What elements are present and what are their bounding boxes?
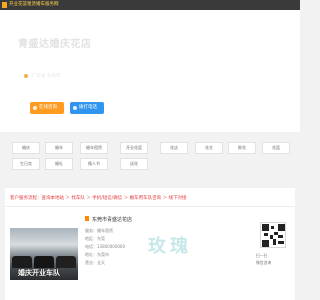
listing-meta: 电话：13800000000 — [85, 244, 125, 249]
photo-caption: 婚庆开业车队 — [18, 269, 60, 277]
qr-module — [264, 233, 268, 236]
car-shape — [56, 256, 76, 268]
qr-module — [278, 235, 283, 238]
qr-caption-2: 微信咨询 — [256, 260, 272, 265]
listing-meta: 营业：全天 — [85, 260, 105, 265]
chat-icon — [33, 106, 37, 110]
tag-item[interactable]: 婚车租赁 — [80, 142, 108, 154]
tag-item[interactable]: 鲜花 — [228, 142, 256, 154]
divider — [5, 206, 295, 207]
car-shape — [34, 256, 54, 268]
phone-icon — [73, 106, 77, 110]
location-text: 广东省 东莞市 — [32, 74, 61, 79]
car-shape — [12, 256, 32, 268]
listing-title[interactable]: 东莞市青盛达花店 — [92, 216, 132, 223]
hero-banner: 青盛达婚庆花店 广东省 东莞市 在线咨询 拨打电话 — [0, 10, 300, 132]
process-heading: 客户服务流程：查询本地站 ＞ 找车队 ＞ 手机/短信/微信 ＞ 婚车用车队咨询 … — [10, 196, 187, 201]
location-pin-icon — [24, 74, 28, 78]
qr-module — [278, 224, 285, 231]
call-button[interactable]: 拨打电话 — [70, 102, 104, 114]
tag-item[interactable]: 情人节 — [80, 158, 108, 170]
tag-item[interactable]: 生日花 — [12, 158, 40, 170]
listing-meta: 地区：东莞 — [85, 236, 105, 241]
qr-module — [262, 224, 269, 231]
site-logo-icon — [2, 2, 7, 8]
tag-item[interactable]: 开业花篮 — [120, 142, 148, 154]
watermark: 玫瑰 — [148, 236, 192, 257]
listing-photo[interactable]: 婚庆开业车队 — [10, 228, 78, 280]
listing-meta: 服务：婚车租赁 — [85, 228, 113, 233]
qr-caption: 扫一扫 — [256, 253, 268, 258]
top-bar-text: 开业花篮租赁婚车服务网 — [9, 2, 59, 7]
page-title: 青盛达婚庆花店 — [18, 39, 92, 50]
top-bar: 开业花篮租赁婚车服务网 — [0, 0, 300, 10]
listing-meta: 地址：东莞市 — [85, 252, 109, 257]
call-button-label: 拨打电话 — [79, 105, 97, 110]
tag-item[interactable]: 婚庆 — [12, 142, 40, 154]
consult-button-label: 在线咨询 — [39, 105, 57, 110]
tag-item[interactable]: 婚车 — [45, 142, 73, 154]
consult-button[interactable]: 在线咨询 — [30, 102, 64, 114]
qr-code — [260, 222, 286, 248]
tag-cloud: 婚庆 婚车 婚车租赁 开业花篮 花店 花艺 鲜花 花篮生日花 婚礼 情人节 送花 — [0, 132, 300, 172]
qr-module — [262, 240, 269, 247]
qr-module — [273, 239, 276, 245]
tag-item[interactable]: 花篮 — [262, 142, 290, 154]
qr-module — [271, 226, 274, 229]
qr-module — [278, 241, 284, 244]
tag-item[interactable]: 花店 — [160, 142, 188, 154]
tag-item[interactable]: 送花 — [120, 158, 148, 170]
listing-badge-icon — [85, 216, 89, 221]
tag-item[interactable]: 婚礼 — [45, 158, 73, 170]
tag-item[interactable]: 花艺 — [195, 142, 223, 154]
